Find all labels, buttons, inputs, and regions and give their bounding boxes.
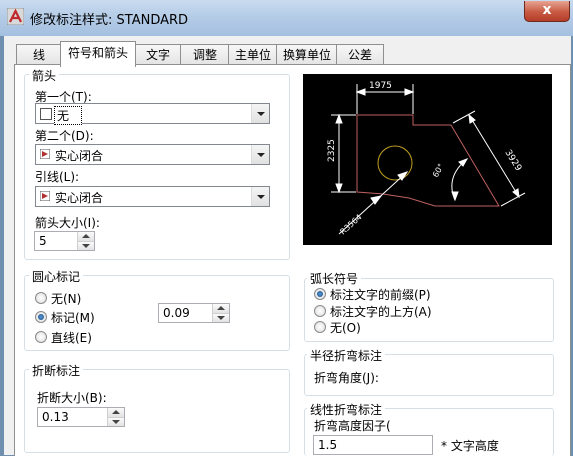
arrow-none-icon <box>40 108 52 120</box>
arrow-size-label: 箭头大小(I): <box>35 216 100 230</box>
center-mark-size-value: 0.09 <box>163 306 190 320</box>
break-size-label: 折断大小(B): <box>37 391 107 405</box>
first-arrow-select[interactable]: 无 <box>35 103 270 125</box>
arrow-size-stepper[interactable]: 5 <box>34 231 95 251</box>
center-mark-mark-label: 标记(M) <box>51 311 95 325</box>
leader-arrow-select[interactable]: 实心闭合 <box>35 186 270 207</box>
center-mark-none-radio[interactable] <box>35 292 47 304</box>
break-size-value: 0.13 <box>42 410 69 424</box>
chevron-down-icon[interactable] <box>251 104 269 123</box>
jog-height-stepper[interactable]: 1.5 <box>313 435 433 455</box>
break-size-stepper[interactable]: 0.13 <box>37 407 125 427</box>
preview-dim-left-text: 2325 <box>327 139 337 162</box>
arc-none-radio[interactable] <box>314 321 326 333</box>
jog-height-label: 折弯高度因子( <box>314 419 391 433</box>
center-mark-none-label: 无(N) <box>51 292 82 306</box>
leader-arrow-value: 实心闭合 <box>55 191 104 205</box>
window-title: 修改标注样式: STANDARD <box>30 13 189 28</box>
center-marks-title: 圆心标记 <box>29 268 84 285</box>
radius-jog-title: 半径折弯标注 <box>307 347 386 364</box>
tab-text[interactable]: 文字 <box>134 44 182 65</box>
linear-jog-title: 线性折弯标注 <box>307 401 386 418</box>
arrowheads-title: 箭头 <box>29 67 60 84</box>
arc-prefix-label: 标注文字的前缀(P) <box>330 288 431 302</box>
arc-symbol-title: 弧长符号 <box>307 270 362 287</box>
tab-fit[interactable]: 调整 <box>180 44 230 65</box>
spin-up-icon[interactable] <box>108 408 124 417</box>
spin-down-icon[interactable] <box>213 313 229 322</box>
arrow-closed-filled-icon <box>40 191 50 201</box>
arc-prefix-radio[interactable] <box>314 288 326 300</box>
spin-up-icon[interactable] <box>213 304 229 313</box>
first-arrow-value: 无 <box>54 106 83 125</box>
arrow-closed-filled-icon <box>40 149 50 159</box>
jog-angle-label: 折弯角度(J): <box>314 371 379 385</box>
arrow-size-value: 5 <box>39 234 47 248</box>
autocad-logo-icon <box>7 8 24 25</box>
tab-symbols-arrows[interactable]: 符号和箭头 <box>60 41 136 67</box>
spin-down-icon[interactable] <box>108 417 124 426</box>
second-arrow-select[interactable]: 实心闭合 <box>35 144 270 165</box>
chevron-down-icon[interactable] <box>251 145 269 164</box>
spin-down-icon[interactable] <box>78 241 94 250</box>
chevron-down-icon[interactable] <box>251 187 269 206</box>
second-arrow-value: 实心闭合 <box>55 149 104 163</box>
second-arrow-label: 第二个(D): <box>35 129 94 143</box>
jog-height-value: 1.5 <box>318 438 338 452</box>
tab-alternate-units[interactable]: 换算单位 <box>276 44 338 65</box>
style-preview: 1975 2325 3929 60° R3564 <box>303 74 552 245</box>
text-height-label: * 文字高度 <box>441 439 499 453</box>
arc-above-radio[interactable] <box>314 305 326 317</box>
arc-none-label: 无(O) <box>330 321 361 335</box>
tab-tolerances[interactable]: 公差 <box>336 44 384 65</box>
center-mark-line-radio[interactable] <box>35 331 47 343</box>
center-mark-line-label: 直线(E) <box>51 331 92 345</box>
leader-arrow-label: 引线(L): <box>35 170 80 184</box>
preview-dim-top-text: 1975 <box>369 81 392 91</box>
center-mark-size-stepper[interactable]: 0.09 <box>158 303 230 323</box>
tab-primary-units[interactable]: 主单位 <box>228 44 278 65</box>
arc-above-label: 标注文字的上方(A) <box>330 305 432 319</box>
spin-up-icon[interactable] <box>78 232 94 241</box>
tab-lines[interactable]: 线 <box>16 44 62 65</box>
close-button[interactable]: x <box>524 1 570 22</box>
center-mark-mark-radio[interactable] <box>35 311 47 323</box>
dim-break-title: 折断标注 <box>29 362 84 379</box>
